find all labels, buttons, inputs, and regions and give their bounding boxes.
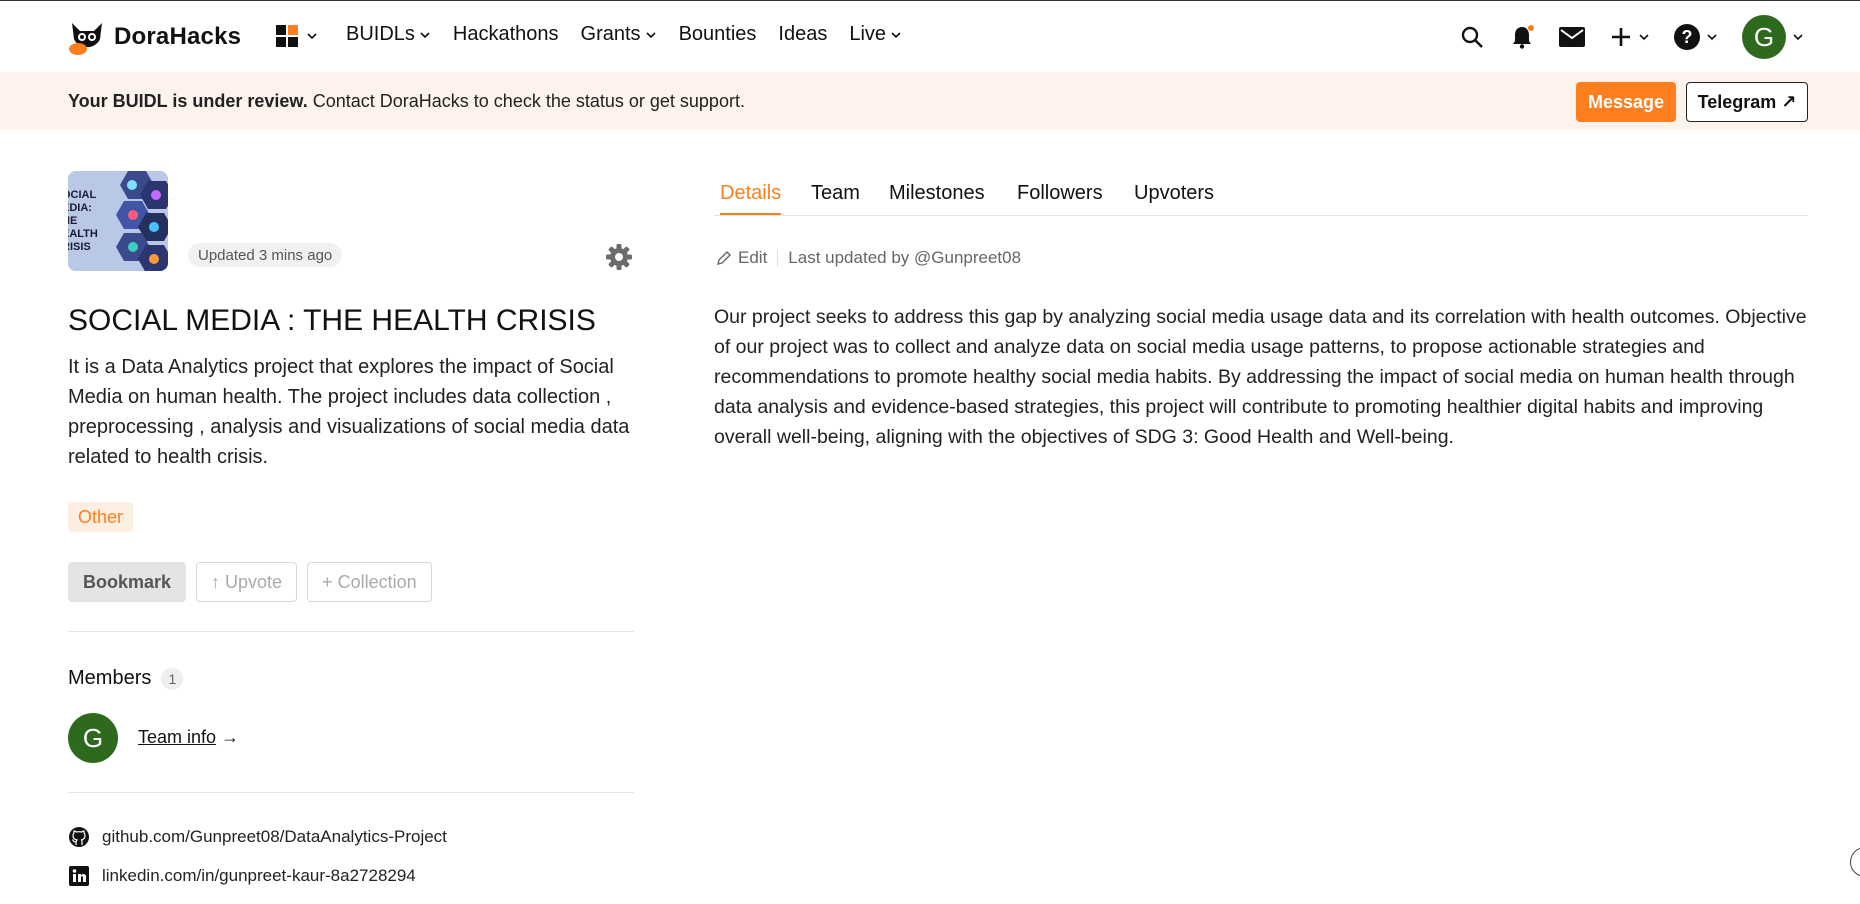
linkedin-icon — [69, 866, 89, 886]
linkedin-url: linkedin.com/in/gunpreet-kaur-8a2728294 — [102, 866, 416, 885]
nav-item-live[interactable]: Live — [849, 23, 902, 46]
project-actions: Bookmark ↑ Upvote + Collection — [68, 562, 432, 602]
user-menu-button[interactable]: G — [1742, 15, 1804, 59]
search-button[interactable] — [1458, 23, 1486, 51]
github-icon — [69, 827, 89, 847]
members-label: Members — [68, 667, 152, 689]
nav-item-ideas[interactable]: Ideas — [778, 23, 827, 46]
chevron-down-icon — [891, 31, 901, 38]
tab-upvoters[interactable]: Upvoters — [1134, 182, 1214, 213]
github-url: github.com/Gunpreet08/DataAnalytics-Proj… — [102, 827, 447, 846]
nav-item-buidls[interactable]: BUIDLs — [346, 23, 431, 46]
last-updated-text: Last updated by @Gunpreet08 — [788, 248, 1022, 267]
brand-logo[interactable]: DoraHacks — [68, 19, 241, 55]
upvote-button[interactable]: ↑ Upvote — [196, 562, 298, 602]
separator — [777, 249, 779, 267]
chevron-down-icon — [645, 31, 656, 38]
brand-name: DoraHacks — [114, 23, 242, 50]
create-menu-button[interactable] — [1610, 26, 1650, 48]
chevron-down-icon — [420, 31, 430, 38]
nav-item-label: Hackathons — [452, 23, 559, 45]
mail-icon — [1559, 27, 1585, 47]
nav-item-label: BUIDLs — [346, 23, 415, 45]
banner-message: Your BUIDL is under review. Contact Dora… — [68, 91, 745, 112]
thumbnail-caption: OCIAL EDIA: HE EALTH RISIS — [68, 189, 98, 253]
review-banner: Your BUIDL is under review. Contact Dora… — [0, 72, 1860, 130]
project-tabs: Details Team Milestones Followers Upvote… — [714, 182, 1808, 216]
main-nav: BUIDLs Hackathons Grants Bounties Ideas Live — [346, 23, 924, 46]
arrow-right-icon: → — [216, 727, 240, 747]
divider — [68, 792, 634, 793]
edit-button[interactable]: Edit — [716, 248, 767, 268]
updated-badge: Updated 3 mins ago — [188, 243, 343, 267]
floating-widget-button[interactable] — [1850, 847, 1860, 877]
nav-item-hackathons[interactable]: Hackathons — [453, 23, 559, 46]
chevron-down-icon — [1793, 34, 1803, 41]
dorahacks-logo-icon — [69, 23, 102, 55]
tab-details[interactable]: Details — [720, 182, 782, 215]
members-heading: Members 1 — [68, 667, 184, 690]
gear-icon[interactable] — [605, 243, 633, 271]
banner-text: Contact DoraHacks to check the status or… — [307, 91, 745, 111]
chevron-down-icon — [307, 33, 317, 40]
details-body: Our project seeks to address this gap by… — [714, 306, 1807, 448]
nav-item-label: Live — [849, 23, 887, 45]
header-actions: ? G — [1436, 15, 1804, 59]
pencil-icon — [717, 251, 731, 265]
members-count-badge: 1 — [161, 667, 184, 690]
nav-item-label: Ideas — [778, 23, 828, 45]
nav-item-grants[interactable]: Grants — [581, 23, 657, 46]
team-info-link[interactable]: Team info → — [138, 727, 239, 748]
team-info-label: Team info — [138, 727, 217, 747]
project-thumbnail: OCIAL EDIA: HE EALTH RISIS — [68, 171, 168, 271]
plus-icon — [1612, 28, 1630, 46]
add-collection-button[interactable]: + Collection — [307, 562, 432, 602]
nav-item-bounties[interactable]: Bounties — [679, 23, 757, 46]
bookmark-button[interactable]: Bookmark — [68, 562, 187, 602]
tab-milestones[interactable]: Milestones — [889, 182, 985, 213]
user-avatar: G — [1742, 15, 1786, 59]
edit-label: Edit — [738, 248, 768, 267]
edit-row: Edit Last updated by @Gunpreet08 — [716, 248, 1021, 268]
notification-dot — [1527, 24, 1535, 32]
banner-bold-text: Your BUIDL is under review. — [68, 91, 308, 111]
divider — [68, 631, 634, 632]
messages-button[interactable] — [1558, 23, 1586, 51]
tab-team[interactable]: Team — [811, 182, 860, 213]
project-title: SOCIAL MEDIA : THE HEALTH CRISIS — [68, 304, 596, 337]
github-link[interactable]: github.com/Gunpreet08/DataAnalytics-Proj… — [68, 826, 447, 848]
apps-menu-button[interactable] — [276, 25, 318, 47]
help-icon: ? — [1674, 24, 1700, 50]
help-menu-button[interactable]: ? — [1674, 24, 1718, 50]
nav-item-label: Grants — [580, 23, 641, 45]
chevron-down-icon — [1639, 34, 1649, 41]
notifications-button[interactable] — [1508, 23, 1536, 51]
category-tag[interactable]: Other — [68, 502, 134, 532]
nav-item-label: Bounties — [678, 23, 757, 45]
search-icon — [1461, 26, 1483, 48]
telegram-button[interactable]: Telegram ↗ — [1686, 82, 1808, 122]
chevron-down-icon — [1707, 34, 1717, 41]
tab-followers[interactable]: Followers — [1017, 182, 1103, 213]
linkedin-link[interactable]: linkedin.com/in/gunpreet-kaur-8a2728294 — [68, 865, 416, 887]
project-description: It is a Data Analytics project that expl… — [68, 356, 630, 468]
apps-grid-icon — [276, 25, 298, 47]
member-avatar[interactable]: G — [68, 713, 118, 763]
top-navbar: DoraHacks BUIDLs Hackathons Grants Bounties… — [0, 0, 1860, 72]
message-button[interactable]: Message — [1576, 82, 1676, 122]
